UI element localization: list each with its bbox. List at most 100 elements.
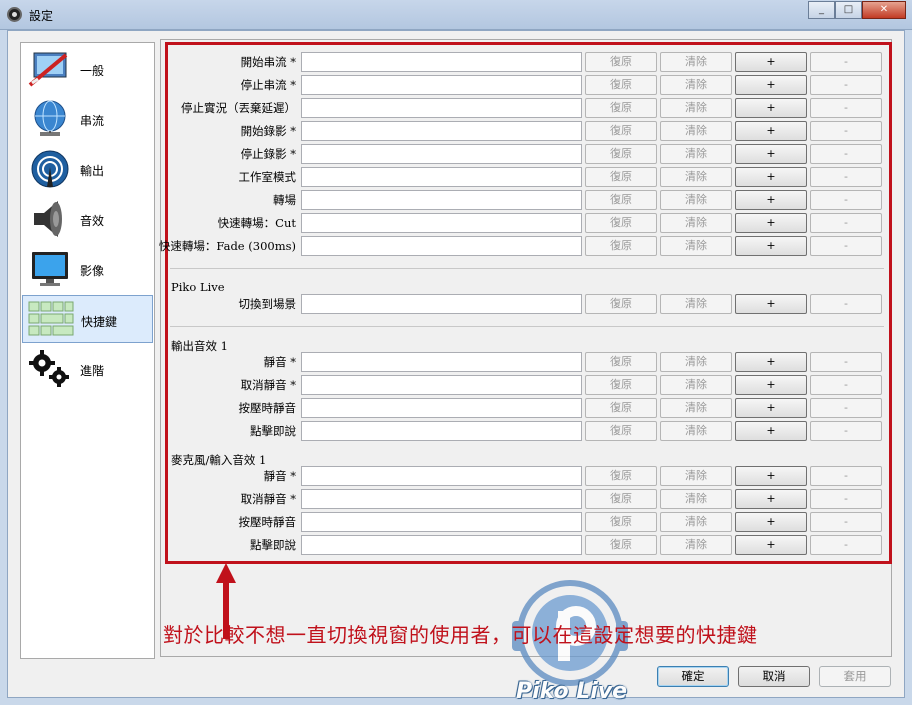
- remove-hotkey-button[interactable]: -: [810, 375, 882, 395]
- restore-button[interactable]: 復原: [585, 294, 657, 314]
- add-hotkey-button[interactable]: +: [735, 375, 807, 395]
- hotkey-input[interactable]: [301, 512, 582, 532]
- clear-button[interactable]: 清除: [660, 213, 732, 233]
- hotkey-input[interactable]: [301, 167, 582, 187]
- restore-button[interactable]: 復原: [585, 144, 657, 164]
- add-hotkey-button[interactable]: +: [735, 294, 807, 314]
- clear-button[interactable]: 清除: [660, 466, 732, 486]
- hotkey-input[interactable]: [301, 98, 582, 118]
- restore-button[interactable]: 復原: [585, 466, 657, 486]
- hotkey-label: 點擊即說: [250, 424, 296, 438]
- remove-hotkey-button[interactable]: -: [810, 236, 882, 256]
- clear-button[interactable]: 清除: [660, 421, 732, 441]
- add-hotkey-button[interactable]: +: [735, 398, 807, 418]
- add-hotkey-button[interactable]: +: [735, 352, 807, 372]
- add-hotkey-button[interactable]: +: [735, 52, 807, 72]
- remove-hotkey-button[interactable]: -: [810, 121, 882, 141]
- watermark-text: Piko Live: [516, 679, 628, 704]
- restore-button[interactable]: 復原: [585, 535, 657, 555]
- hotkey-input[interactable]: [301, 294, 582, 314]
- maximize-button[interactable]: □: [835, 1, 862, 19]
- remove-hotkey-button[interactable]: -: [810, 75, 882, 95]
- remove-hotkey-button[interactable]: -: [810, 398, 882, 418]
- remove-hotkey-button[interactable]: -: [810, 489, 882, 509]
- clear-button[interactable]: 清除: [660, 190, 732, 210]
- hotkey-input[interactable]: [301, 352, 582, 372]
- remove-hotkey-button[interactable]: -: [810, 466, 882, 486]
- restore-button[interactable]: 復原: [585, 375, 657, 395]
- hotkey-input[interactable]: [301, 190, 582, 210]
- clear-button[interactable]: 清除: [660, 352, 732, 372]
- add-hotkey-button[interactable]: +: [735, 512, 807, 532]
- hotkey-input[interactable]: [301, 421, 582, 441]
- clear-button[interactable]: 清除: [660, 236, 732, 256]
- clear-button[interactable]: 清除: [660, 52, 732, 72]
- cancel-button[interactable]: 取消: [738, 666, 810, 687]
- hotkey-label: 切換到場景: [238, 297, 297, 311]
- ok-button[interactable]: 確定: [657, 666, 729, 687]
- hotkey-input[interactable]: [301, 121, 582, 141]
- minimize-button[interactable]: _: [808, 1, 835, 19]
- add-hotkey-button[interactable]: +: [735, 190, 807, 210]
- hotkey-input[interactable]: [301, 375, 582, 395]
- clear-button[interactable]: 清除: [660, 489, 732, 509]
- restore-button[interactable]: 復原: [585, 75, 657, 95]
- restore-button[interactable]: 復原: [585, 236, 657, 256]
- remove-hotkey-button[interactable]: -: [810, 98, 882, 118]
- remove-hotkey-button[interactable]: -: [810, 167, 882, 187]
- hotkey-input[interactable]: [301, 398, 582, 418]
- remove-hotkey-button[interactable]: -: [810, 512, 882, 532]
- hotkey-input[interactable]: [301, 75, 582, 95]
- remove-hotkey-button[interactable]: -: [810, 352, 882, 372]
- clear-button[interactable]: 清除: [660, 512, 732, 532]
- add-hotkey-button[interactable]: +: [735, 213, 807, 233]
- restore-button[interactable]: 復原: [585, 398, 657, 418]
- add-hotkey-button[interactable]: +: [735, 75, 807, 95]
- remove-hotkey-button[interactable]: -: [810, 535, 882, 555]
- remove-hotkey-button[interactable]: -: [810, 144, 882, 164]
- clear-button[interactable]: 清除: [660, 167, 732, 187]
- restore-button[interactable]: 復原: [585, 121, 657, 141]
- clear-button[interactable]: 清除: [660, 144, 732, 164]
- add-hotkey-button[interactable]: +: [735, 489, 807, 509]
- restore-button[interactable]: 復原: [585, 421, 657, 441]
- hotkey-input[interactable]: [301, 213, 582, 233]
- add-hotkey-button[interactable]: +: [735, 98, 807, 118]
- add-hotkey-button[interactable]: +: [735, 236, 807, 256]
- remove-hotkey-button[interactable]: -: [810, 190, 882, 210]
- clear-button[interactable]: 清除: [660, 75, 732, 95]
- restore-button[interactable]: 復原: [585, 213, 657, 233]
- clear-button[interactable]: 清除: [660, 121, 732, 141]
- remove-hotkey-button[interactable]: -: [810, 213, 882, 233]
- add-hotkey-button[interactable]: +: [735, 167, 807, 187]
- clear-button[interactable]: 清除: [660, 535, 732, 555]
- remove-hotkey-button[interactable]: -: [810, 294, 882, 314]
- clear-button[interactable]: 清除: [660, 375, 732, 395]
- add-hotkey-button[interactable]: +: [735, 535, 807, 555]
- remove-hotkey-button[interactable]: -: [810, 421, 882, 441]
- section-divider: [170, 268, 884, 269]
- restore-button[interactable]: 復原: [585, 489, 657, 509]
- restore-button[interactable]: 復原: [585, 98, 657, 118]
- apply-button[interactable]: 套用: [819, 666, 891, 687]
- hotkey-input[interactable]: [301, 144, 582, 164]
- hotkey-input[interactable]: [301, 466, 582, 486]
- hotkey-input[interactable]: [301, 489, 582, 509]
- hotkey-input[interactable]: [301, 535, 582, 555]
- clear-button[interactable]: 清除: [660, 98, 732, 118]
- restore-button[interactable]: 復原: [585, 190, 657, 210]
- restore-button[interactable]: 復原: [585, 52, 657, 72]
- remove-hotkey-button[interactable]: -: [810, 52, 882, 72]
- add-hotkey-button[interactable]: +: [735, 144, 807, 164]
- restore-button[interactable]: 復原: [585, 512, 657, 532]
- add-hotkey-button[interactable]: +: [735, 121, 807, 141]
- add-hotkey-button[interactable]: +: [735, 421, 807, 441]
- hotkey-input[interactable]: [301, 52, 582, 72]
- close-button[interactable]: ✕: [862, 1, 906, 19]
- hotkey-input[interactable]: [301, 236, 582, 256]
- clear-button[interactable]: 清除: [660, 398, 732, 418]
- clear-button[interactable]: 清除: [660, 294, 732, 314]
- restore-button[interactable]: 復原: [585, 167, 657, 187]
- add-hotkey-button[interactable]: +: [735, 466, 807, 486]
- restore-button[interactable]: 復原: [585, 352, 657, 372]
